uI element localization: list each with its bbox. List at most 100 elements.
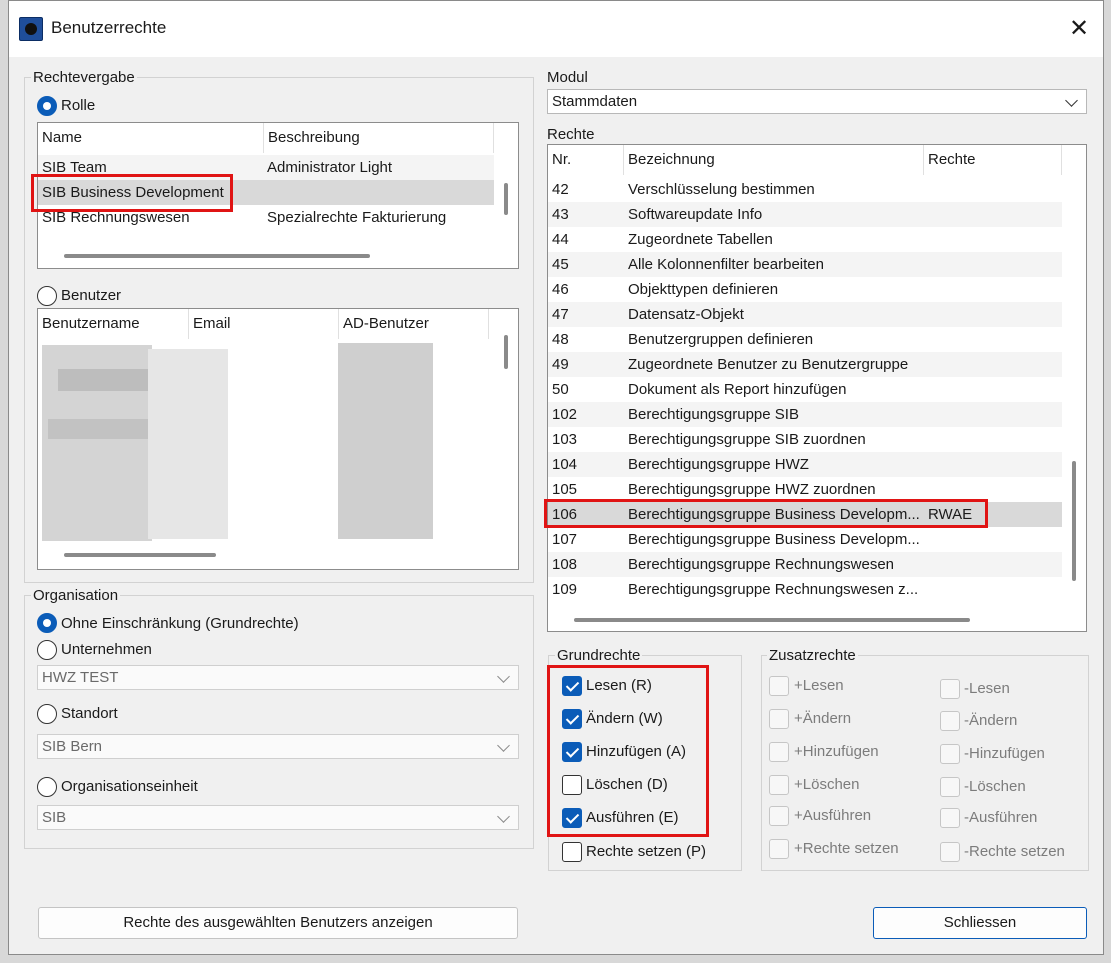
- zusatzrecht-plus-checkbox[interactable]: [769, 742, 789, 762]
- rolle-beschreibung: Administrator Light: [267, 159, 393, 176]
- rolle-label: Rolle: [61, 97, 96, 114]
- rechte-nr: 104: [552, 456, 578, 473]
- zusatzrecht-minus-label: -Hinzufügen: [964, 745, 1045, 762]
- rechte-bezeichnung: Benutzergruppen definieren: [628, 331, 814, 348]
- grundrecht-checkbox[interactable]: [562, 842, 582, 862]
- zusatzrecht-plus-checkbox[interactable]: [769, 839, 789, 859]
- rechte-nr: 47: [552, 306, 569, 323]
- standort-select[interactable]: SIB Bern: [37, 734, 519, 759]
- highlight-rechte-row: [544, 499, 988, 528]
- grundrecht-label: Rechte setzen (P): [586, 843, 707, 860]
- column-header-benutzername[interactable]: Benutzername: [38, 309, 189, 339]
- zusatzrechte-label: Zusatzrechte: [767, 647, 858, 664]
- rechte-list[interactable]: Nr. Bezeichnung Rechte 42 Verschlüsselung…: [547, 144, 1087, 632]
- zusatzrecht-minus-checkbox[interactable]: [940, 711, 960, 731]
- unternehmen-value: HWZ TEST: [42, 669, 119, 686]
- zusatzrecht-plus-checkbox[interactable]: [769, 709, 789, 729]
- column-header-beschreibung[interactable]: Beschreibung: [264, 123, 494, 153]
- zusatzrecht-minus-label: -Ausführen: [964, 809, 1038, 826]
- unternehmen-radio[interactable]: [37, 640, 57, 660]
- column-header-name[interactable]: Name: [38, 123, 264, 153]
- modul-value: Stammdaten: [552, 93, 638, 110]
- ohne-einschraenkung-radio[interactable]: [37, 613, 57, 633]
- zusatzrecht-plus-label: +Lesen: [794, 677, 844, 694]
- show-user-rights-button[interactable]: Rechte des ausgewählten Benutzers anzeig…: [38, 907, 518, 939]
- rechte-nr: 49: [552, 356, 569, 373]
- zusatzrecht-minus-label: -Löschen: [964, 778, 1026, 795]
- rechte-bezeichnung: Zugeordnete Tabellen: [628, 231, 773, 248]
- chevron-down-icon: [497, 810, 510, 823]
- organisationseinheit-radio[interactable]: [37, 777, 57, 797]
- column-header-rechte[interactable]: Rechte: [924, 145, 1062, 175]
- zusatzrecht-minus-checkbox[interactable]: [940, 777, 960, 797]
- rechte-nr: 44: [552, 231, 569, 248]
- rechte-bezeichnung: Verschlüsselung bestimmen: [628, 181, 815, 198]
- rolle-hscrollbar[interactable]: [64, 254, 370, 258]
- standort-value: SIB Bern: [42, 738, 103, 755]
- column-header-nr[interactable]: Nr.: [548, 145, 624, 175]
- benutzer-label: Benutzer: [61, 287, 122, 304]
- column-header-bezeichnung[interactable]: Bezeichnung: [624, 145, 924, 175]
- rechte-bezeichnung: Berechtigungsgruppe Business Developm...: [628, 531, 920, 548]
- rechte-bezeichnung: Softwareupdate Info: [628, 206, 763, 223]
- zusatzrecht-minus-checkbox[interactable]: [940, 744, 960, 764]
- app-logo-icon: [19, 17, 43, 41]
- highlight-grundrechte: [547, 665, 709, 837]
- rechte-nr: 102: [552, 406, 578, 423]
- rechte-label: Rechte: [547, 126, 595, 143]
- redacted-ad-users: [338, 343, 433, 539]
- rechte-bezeichnung: Datensatz-Objekt: [628, 306, 744, 323]
- column-header-email[interactable]: Email: [189, 309, 339, 339]
- standort-label: Standort: [61, 705, 118, 722]
- zusatzrecht-minus-checkbox[interactable]: [940, 842, 960, 862]
- zusatzrecht-minus-checkbox[interactable]: [940, 679, 960, 699]
- zusatzrecht-minus-label: -Ändern: [964, 712, 1018, 729]
- rechte-bezeichnung: Berechtigungsgruppe SIB zuordnen: [628, 431, 866, 448]
- organisationseinheit-select[interactable]: SIB: [37, 805, 519, 830]
- column-header-ad-benutzer[interactable]: AD-Benutzer: [339, 309, 489, 339]
- redacted-emails: [148, 349, 228, 539]
- grundrechte-label: Grundrechte: [555, 647, 643, 664]
- ohne-einschraenkung-label: Ohne Einschränkung (Grundrechte): [61, 615, 299, 632]
- benutzer-radio[interactable]: [37, 286, 57, 306]
- rechte-nr: 108: [552, 556, 578, 573]
- zusatzrecht-minus-checkbox[interactable]: [940, 808, 960, 828]
- benutzer-list[interactable]: Benutzername Email AD-Benutzer: [37, 308, 519, 570]
- close-button[interactable]: Schliessen: [873, 907, 1087, 939]
- zusatzrecht-plus-checkbox[interactable]: [769, 775, 789, 795]
- organisationseinheit-label: Organisationseinheit: [61, 778, 198, 795]
- rechte-hscrollbar[interactable]: [574, 618, 970, 622]
- rechte-bezeichnung: Berechtigungsgruppe Rechnungswesen: [628, 556, 895, 573]
- rechte-nr: 50: [552, 381, 569, 398]
- zusatzrecht-plus-label: +Ausführen: [794, 807, 872, 824]
- rechte-nr: 43: [552, 206, 569, 223]
- rechte-nr: 103: [552, 431, 578, 448]
- standort-radio[interactable]: [37, 704, 57, 724]
- rechte-bezeichnung: Berechtigungsgruppe HWZ: [628, 456, 809, 473]
- unternehmen-label: Unternehmen: [61, 641, 152, 658]
- zusatzrecht-plus-label: +Rechte setzen: [794, 840, 899, 857]
- zusatzrecht-plus-checkbox[interactable]: [769, 806, 789, 826]
- chevron-down-icon: [497, 670, 510, 683]
- modul-select[interactable]: Stammdaten: [547, 89, 1087, 114]
- rechte-bezeichnung: Dokument als Report hinzufügen: [628, 381, 847, 398]
- rechte-bezeichnung: Berechtigungsgruppe SIB: [628, 406, 799, 423]
- rolle-radio[interactable]: [37, 96, 57, 116]
- zusatzrecht-plus-label: +Ändern: [794, 710, 852, 727]
- benutzer-vscrollbar[interactable]: [504, 335, 508, 369]
- zusatzrecht-plus-checkbox[interactable]: [769, 676, 789, 696]
- zusatzrecht-plus-label: +Hinzufügen: [794, 743, 879, 760]
- rolle-vscrollbar[interactable]: [504, 183, 508, 215]
- close-icon[interactable]: ✕: [1059, 11, 1099, 47]
- unternehmen-select[interactable]: HWZ TEST: [37, 665, 519, 690]
- zusatzrecht-plus-label: +Löschen: [794, 776, 860, 793]
- chevron-down-icon: [1065, 94, 1078, 107]
- rechte-bezeichnung: Alle Kolonnenfilter bearbeiten: [628, 256, 824, 273]
- title-bar: Benutzerrechte ✕: [9, 1, 1103, 57]
- zusatzrecht-minus-label: -Rechte setzen: [964, 843, 1065, 860]
- rechte-nr: 48: [552, 331, 569, 348]
- rechte-vscrollbar[interactable]: [1072, 461, 1076, 581]
- rechte-nr: 46: [552, 281, 569, 298]
- dialog-window: Benutzerrechte ✕ Rechtevergabe Rolle Nam…: [8, 0, 1104, 955]
- benutzer-hscrollbar[interactable]: [64, 553, 216, 557]
